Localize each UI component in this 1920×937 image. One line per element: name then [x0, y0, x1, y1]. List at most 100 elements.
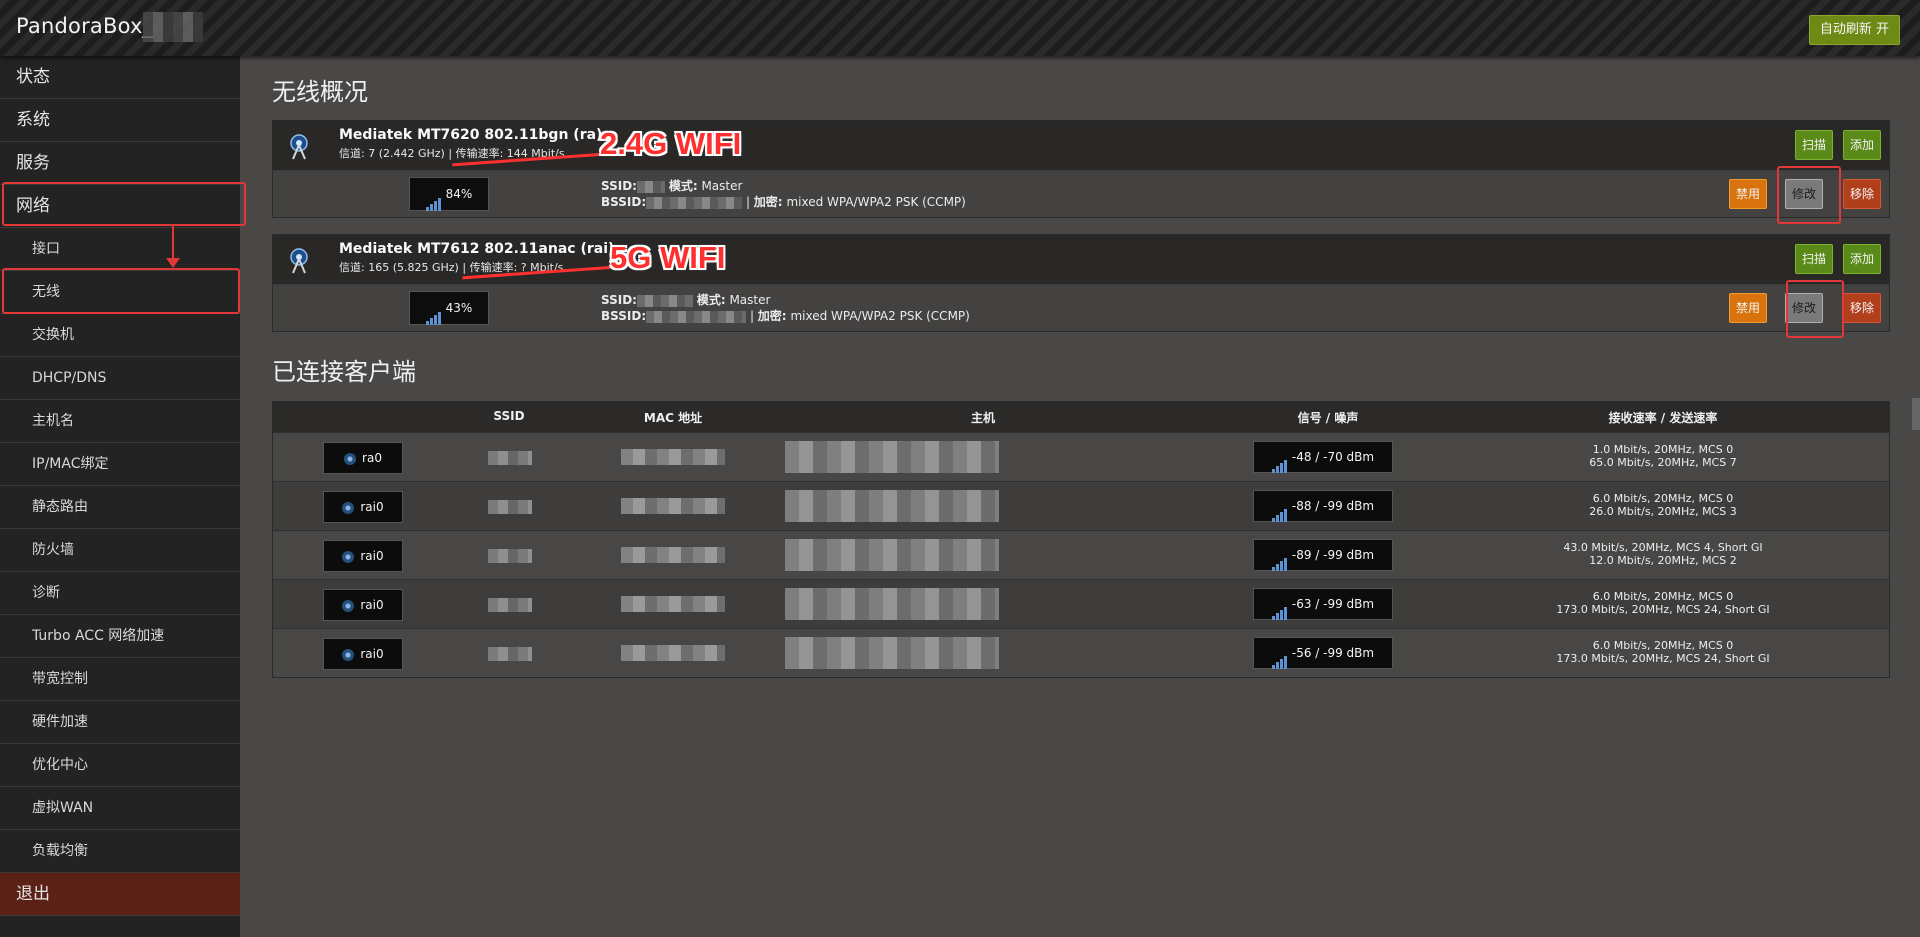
rx-rate: 6.0 Mbit/s, 20MHz, MCS 0 [1592, 492, 1734, 505]
main-content: 无线概况 Mediatek MT7620 802.11bgn (ra) 信道: … [240, 56, 1920, 937]
redacted-ssid [488, 598, 532, 612]
scan-button[interactable]: 扫描 [1794, 244, 1833, 274]
bssid-label: BSSID: [601, 195, 647, 209]
redacted-ssid [488, 647, 532, 661]
sidebar-sub-firewall[interactable]: 防火墙 [0, 529, 240, 572]
signal-bars-icon [1271, 590, 1288, 620]
device-name: Mediatek MT7620 802.11bgn (ra) [339, 127, 603, 143]
redacted-ssid [488, 549, 532, 563]
table-row: rai0 -63 / -99 dBm 6.0 Mbit/s, 20MHz, MC… [273, 579, 1889, 628]
sidebar-sub-dhcp-dns[interactable]: DHCP/DNS [0, 357, 240, 400]
redacted-mac [621, 498, 725, 514]
sidebar-sub-wireless[interactable]: 无线 [0, 271, 240, 314]
auto-refresh-button[interactable]: 自动刷新 开 [1808, 15, 1900, 45]
sidebar-sub-turbo-acc[interactable]: Turbo ACC 网络加速 [0, 615, 240, 658]
mode-value: Master [729, 293, 771, 307]
col-host: 主机 [970, 411, 996, 425]
sidebar-item-logout[interactable]: 退出 [0, 873, 240, 916]
interface-badge: rai0 [323, 589, 403, 621]
table-row: ra0 -48 / -70 dBm 1.0 Mbit/s, 20MHz, MCS… [273, 432, 1889, 481]
access-point-icon [342, 648, 355, 661]
signal-bars-icon [1271, 492, 1288, 522]
tx-rate: 12.0 Mbit/s, 20MHz, MCS 2 [1589, 554, 1737, 567]
disable-button[interactable]: 禁用 [1728, 293, 1767, 323]
rate-cell: 1.0 Mbit/s, 20MHz, MCS 0 65.0 Mbit/s, 20M… [1589, 443, 1736, 469]
network-row: 43% SSID: 模式: Master BSSID: | 加密: mixed … [273, 285, 1889, 331]
sidebar-sub-hw-accel[interactable]: 硬件加速 [0, 701, 240, 744]
scan-button[interactable]: 扫描 [1794, 130, 1833, 160]
device-name: Mediatek MT7612 802.11anac (rai) [339, 241, 615, 257]
sidebar-sub-diagnostics[interactable]: 诊断 [0, 572, 240, 615]
sidebar-sub-optimization[interactable]: 优化中心 [0, 744, 240, 787]
device-header: Mediatek MT7620 802.11bgn (ra) 信道: 7 (2.… [273, 121, 1889, 171]
network-details: SSID: 模式: Master BSSID: | 加密: mixed WPA/… [601, 179, 966, 209]
rate-label: 传输速率: [455, 147, 504, 160]
remove-button[interactable]: 移除 [1842, 293, 1881, 323]
signal-noise-value: -88 / -99 dBm [1291, 499, 1375, 513]
signal-noise-badge: -88 / -99 dBm [1253, 490, 1393, 522]
interface-badge: ra0 [323, 442, 403, 474]
rx-rate: 1.0 Mbit/s, 20MHz, MCS 0 [1592, 443, 1734, 456]
sidebar-sub-switch[interactable]: 交换机 [0, 314, 240, 357]
bssid-label: BSSID: [601, 309, 647, 323]
signal-badge: 43% [409, 291, 489, 325]
sidebar-sub-hostnames[interactable]: 主机名 [0, 400, 240, 443]
sidebar-item-services[interactable]: 服务 [0, 142, 240, 185]
redacted-mac [621, 449, 725, 465]
wireless-device-rai: Mediatek MT7612 802.11anac (rai) 信道: 165… [272, 234, 1890, 332]
redacted-host [785, 441, 999, 473]
sidebar-sub-interfaces[interactable]: 接口 [0, 228, 240, 271]
redacted-host [785, 637, 999, 669]
table-row: rai0 -56 / -99 dBm 6.0 Mbit/s, 20MHz, MC… [273, 628, 1889, 677]
edit-button[interactable]: 修改 [1784, 293, 1823, 323]
signal-bars-icon [1271, 541, 1288, 571]
tx-rate: 26.0 Mbit/s, 20MHz, MCS 3 [1589, 505, 1737, 518]
signal-value: 84% [445, 187, 473, 201]
disable-button[interactable]: 禁用 [1728, 179, 1767, 209]
sep: | [462, 261, 467, 274]
brand-title[interactable]: PandoraBox_ [16, 14, 153, 38]
scrollbar-thumb[interactable] [1912, 398, 1920, 430]
signal-noise-value: -56 / -99 dBm [1291, 646, 1375, 660]
redacted-mac [621, 596, 725, 612]
mode-label: 模式: [668, 179, 698, 193]
encryption-value: mixed WPA/WPA2 PSK (CCMP) [786, 195, 966, 209]
table-header: SSID MAC 地址 主机 信号 / 噪声 接收速率 / 发送速率 [273, 402, 1889, 432]
sidebar-sub-load-balance[interactable]: 负载均衡 [0, 830, 240, 873]
rx-rate: 6.0 Mbit/s, 20MHz, MCS 0 [1592, 639, 1734, 652]
mode-value: Master [701, 179, 743, 193]
redacted-bssid [646, 196, 743, 209]
interface-name: rai0 [360, 647, 384, 661]
encryption-label: 加密: [757, 309, 787, 323]
remove-button[interactable]: 移除 [1842, 179, 1881, 209]
sidebar-item-network[interactable]: 网络 [0, 185, 240, 228]
sidebar-sub-bandwidth[interactable]: 带宽控制 [0, 658, 240, 701]
edit-button[interactable]: 修改 [1784, 179, 1823, 209]
sidebar-item-system[interactable]: 系统 [0, 99, 240, 142]
access-point-icon [342, 599, 355, 612]
top-header: PandoraBox_ 自动刷新 开 [0, 0, 1920, 56]
annotation-5g: 5G WIFI [610, 240, 726, 275]
sidebar-item-status[interactable]: 状态 [0, 56, 240, 99]
access-point-icon [342, 550, 355, 563]
table-row: rai0 -89 / -99 dBm 43.0 Mbit/s, 20MHz, M… [273, 530, 1889, 579]
signal-noise-value: -63 / -99 dBm [1291, 597, 1375, 611]
sidebar-sub-static-routes[interactable]: 静态路由 [0, 486, 240, 529]
signal-bars-icon [425, 293, 442, 325]
channel-label: 信道: [339, 261, 365, 274]
signal-bars-icon [1271, 443, 1288, 473]
access-point-icon [344, 452, 357, 465]
interface-badge: rai0 [323, 491, 403, 523]
interface-badge: rai0 [323, 638, 403, 670]
interface-name: ra0 [362, 451, 382, 465]
add-button[interactable]: 添加 [1842, 244, 1881, 274]
add-button[interactable]: 添加 [1842, 130, 1881, 160]
sidebar-sub-ip-mac-binding[interactable]: IP/MAC绑定 [0, 443, 240, 486]
sidebar-sub-virtual-wan[interactable]: 虚拟WAN [0, 787, 240, 830]
rate-cell: 6.0 Mbit/s, 20MHz, MCS 0 173.0 Mbit/s, 20… [1556, 639, 1769, 665]
mode-label: 模式: [696, 293, 726, 307]
annotation-2-4g: 2.4G WIFI [600, 126, 742, 161]
redacted-host [785, 539, 999, 571]
redacted-ssid [488, 451, 532, 465]
interface-name: rai0 [360, 500, 384, 514]
